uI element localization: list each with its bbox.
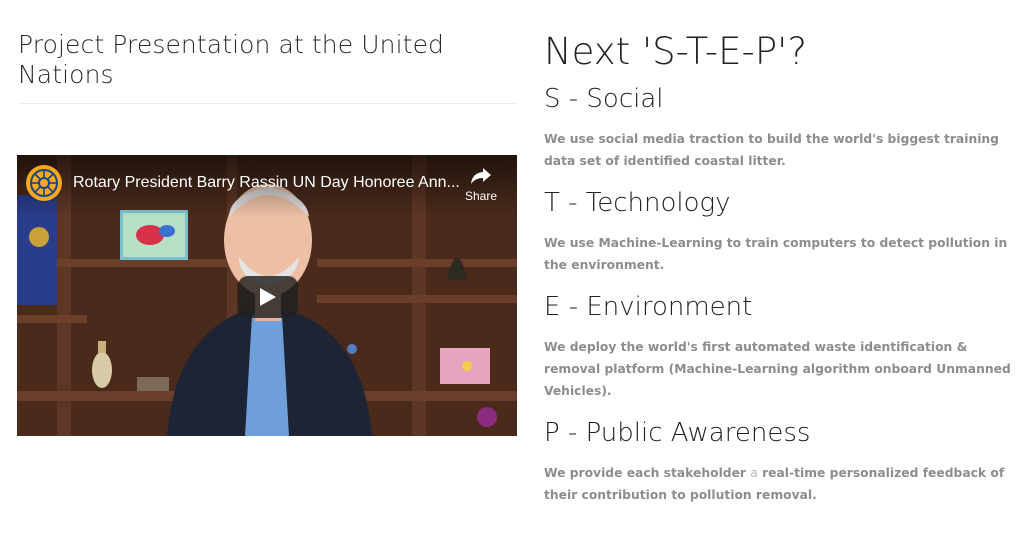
share-label: Share (464, 189, 498, 203)
section-title: Project Presentation at the United Natio… (18, 30, 445, 89)
right-column: Next 'S-T-E-P'? S - Social We use social… (544, 28, 1022, 520)
divider (18, 103, 518, 104)
step-description: We use Machine-Learning to train compute… (544, 236, 1008, 272)
step-social: S - Social We use social media traction … (544, 82, 1022, 172)
step-title: E - Environment (544, 292, 753, 322)
step-heading: Next 'S-T-E-P'? (544, 30, 807, 73)
step-description-article: a (750, 466, 758, 480)
rotary-wheel-icon[interactable] (26, 165, 62, 201)
share-button[interactable]: Share (461, 167, 501, 203)
step-description-start: We provide each stakeholder (544, 466, 746, 480)
step-title: P - Public Awareness (544, 418, 811, 448)
video-title[interactable]: Rotary President Barry Rassin UN Day Hon… (73, 174, 463, 192)
play-icon (260, 288, 276, 306)
video-player[interactable]: Rotary President Barry Rassin UN Day Hon… (17, 155, 517, 436)
step-description: We provide each stakeholder a real-time … (544, 462, 1022, 506)
step-public-awareness: P - Public Awareness We provide each sta… (544, 416, 1022, 506)
step-title: T - Technology (544, 188, 731, 218)
share-arrow-icon (471, 168, 491, 184)
step-title: S - Social (544, 84, 664, 114)
step-description: We deploy the world's first automated wa… (544, 340, 1011, 398)
step-environment: E - Environment We deploy the world's fi… (544, 290, 1022, 402)
left-column: Project Presentation at the United Natio… (18, 30, 518, 104)
play-button[interactable] (238, 276, 298, 318)
step-technology: T - Technology We use Machine-Learning t… (544, 186, 1022, 276)
step-description: We use social media traction to build th… (544, 132, 999, 168)
